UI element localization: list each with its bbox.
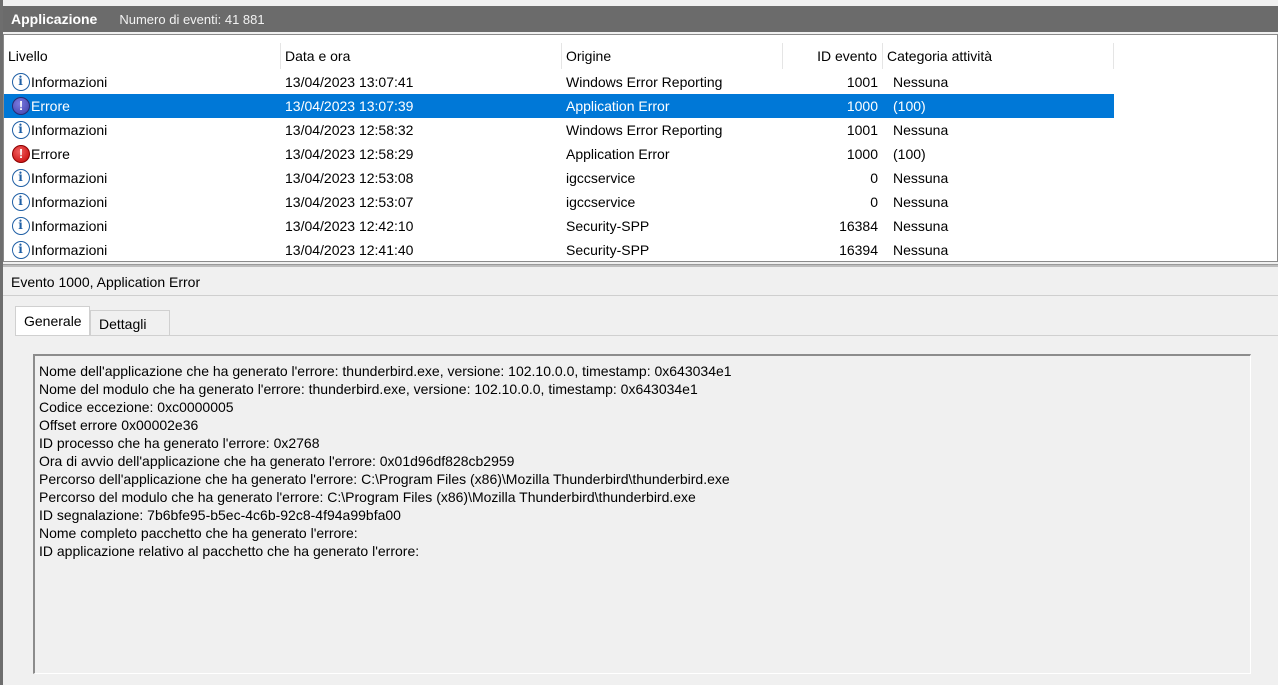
- column-header-datetime[interactable]: Data e ora: [281, 43, 562, 69]
- description-line: ID applicazione relativo al pacchetto ch…: [39, 543, 420, 559]
- column-header-source[interactable]: Origine: [562, 43, 783, 69]
- event-row[interactable]: Informazioni 13/04/2023 12:41:40 Security-…: [4, 238, 1114, 262]
- cell-category: (100): [893, 146, 926, 162]
- cell-level: Informazioni: [31, 170, 108, 186]
- cell-level: Informazioni: [31, 74, 108, 90]
- description-line: ID processo che ha generato l'errore: 0x…: [39, 435, 320, 451]
- event-row[interactable]: Errore 13/04/2023 12:58:29 Application Err…: [4, 142, 1114, 166]
- event-row[interactable]: Informazioni 13/04/2023 12:53:07 igccservi…: [4, 190, 1114, 214]
- cell-source: Security-SPP: [566, 242, 650, 258]
- cell-datetime: 13/04/2023 13:07:41: [285, 74, 414, 90]
- cell-level: Informazioni: [31, 194, 108, 210]
- cell-category: Nessuna: [893, 218, 949, 234]
- column-header-level[interactable]: Livello: [4, 43, 281, 69]
- cell-event-id: 0: [870, 194, 878, 210]
- info-icon: [12, 241, 30, 259]
- log-title-bar: Applicazione Numero di eventi: 41 881: [3, 6, 1278, 32]
- description-line: Percorso del modulo che ha generato l'er…: [39, 489, 696, 505]
- cell-event-id: 1000: [846, 146, 878, 162]
- cell-source: Application Error: [566, 98, 670, 114]
- cell-datetime: 13/04/2023 12:53:08: [285, 170, 414, 186]
- general-tab-panel: Nome dell'applicazione che ha generato l…: [15, 335, 1278, 680]
- cell-datetime: 13/04/2023 12:42:10: [285, 218, 414, 234]
- cell-datetime: 13/04/2023 12:58:32: [285, 122, 414, 138]
- pane-splitter[interactable]: [3, 264, 1278, 267]
- cell-category: (100): [893, 98, 926, 114]
- column-header-event-id[interactable]: ID evento: [783, 43, 883, 69]
- cell-datetime: 13/04/2023 12:58:29: [285, 146, 414, 162]
- event-row[interactable]: Informazioni 13/04/2023 12:58:32 Windows E…: [4, 118, 1114, 142]
- info-icon: [12, 73, 30, 91]
- info-icon: [12, 121, 30, 139]
- cell-event-id: 0: [870, 170, 878, 186]
- event-row[interactable]: Errore 13/04/2023 13:07:39 Application Err…: [4, 94, 1114, 118]
- cell-category: Nessuna: [893, 170, 949, 186]
- error-icon: [12, 145, 30, 163]
- description-line: Nome del modulo che ha generato l'errore…: [39, 381, 698, 397]
- cell-event-id: 1001: [846, 122, 878, 138]
- cell-datetime: 13/04/2023 13:07:39: [285, 98, 414, 114]
- cell-level: Informazioni: [31, 218, 108, 234]
- info-icon: [12, 217, 30, 235]
- cell-source: igccservice: [566, 170, 636, 186]
- column-header-row: Livello Data e ora Origine ID evento Cat…: [4, 43, 1278, 69]
- description-line: Codice eccezione: 0xc0000005: [39, 399, 234, 415]
- event-count: Numero di eventi: 41 881: [119, 11, 265, 27]
- description-line: Nome completo pacchetto che ha generato …: [39, 525, 358, 541]
- description-line: ID segnalazione: 7b6bfe95-b5ec-4c6b-92c8…: [39, 507, 401, 523]
- cell-level: Informazioni: [31, 242, 108, 258]
- event-row[interactable]: Informazioni 13/04/2023 12:42:10 Security-…: [4, 214, 1114, 238]
- cell-datetime: 13/04/2023 12:41:40: [285, 242, 414, 258]
- cell-level: Errore: [31, 98, 70, 114]
- error-icon: [12, 97, 30, 115]
- column-header-category[interactable]: Categoria attività: [883, 43, 1114, 69]
- description-line: Offset errore 0x00002e36: [39, 417, 199, 433]
- tab-dettagli[interactable]: Dettagli: [90, 310, 170, 336]
- cell-event-id: 16394: [839, 242, 878, 258]
- event-row[interactable]: Informazioni 13/04/2023 12:53:08 igccservi…: [4, 166, 1114, 190]
- cell-level: Errore: [31, 146, 70, 162]
- info-icon: [12, 169, 30, 187]
- cell-category: Nessuna: [893, 194, 949, 210]
- cell-datetime: 13/04/2023 12:53:07: [285, 194, 414, 210]
- cell-level: Informazioni: [31, 122, 108, 138]
- description-line: Ora di avvio dell'applicazione che ha ge…: [39, 453, 515, 469]
- event-description-box[interactable]: Nome dell'applicazione che ha generato l…: [33, 354, 1251, 674]
- cell-source: igccservice: [566, 194, 636, 210]
- event-list[interactable]: Livello Data e ora Origine ID evento Cat…: [3, 34, 1278, 262]
- log-title: Applicazione: [11, 11, 98, 27]
- info-icon: [12, 193, 30, 211]
- cell-event-id: 1000: [846, 98, 878, 114]
- cell-source: Application Error: [566, 146, 670, 162]
- description-line: Nome dell'applicazione che ha generato l…: [39, 363, 732, 379]
- tab-generale[interactable]: Generale: [15, 306, 90, 336]
- event-detail-header: Evento 1000, Application Error: [3, 268, 1278, 296]
- cell-event-id: 1001: [846, 74, 878, 90]
- event-row[interactable]: Informazioni 13/04/2023 13:07:41 Windows E…: [4, 70, 1114, 94]
- cell-source: Security-SPP: [566, 218, 650, 234]
- cell-event-id: 16384: [839, 218, 878, 234]
- description-line: Percorso dell'applicazione che ha genera…: [39, 471, 730, 487]
- cell-source: Windows Error Reporting: [566, 122, 723, 138]
- cell-category: Nessuna: [893, 242, 949, 258]
- cell-category: Nessuna: [893, 122, 949, 138]
- cell-category: Nessuna: [893, 74, 949, 90]
- cell-source: Windows Error Reporting: [566, 74, 723, 90]
